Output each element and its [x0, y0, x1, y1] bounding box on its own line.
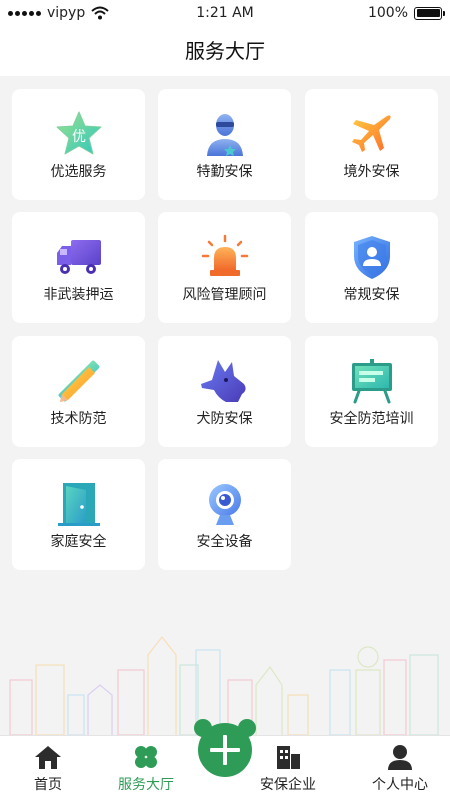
tab-label: 首页	[34, 777, 62, 793]
tab-home[interactable]: 首页	[3, 736, 93, 800]
airplane-icon	[351, 115, 391, 152]
service-card-equipment[interactable]: 安全设备	[158, 459, 291, 570]
service-label: 犬防安保	[196, 411, 253, 427]
service-label: 安全防范培训	[329, 411, 414, 427]
tab-personal-center[interactable]: 个人中心	[355, 736, 445, 800]
service-card-tech-defense[interactable]: 技术防范	[12, 336, 145, 447]
clover-icon	[135, 746, 157, 768]
tab-service-hall[interactable]: 服务大厅	[101, 736, 191, 800]
star-badge-icon: 优	[56, 111, 101, 155]
webcam-icon	[208, 484, 241, 525]
user-icon	[388, 745, 412, 770]
service-card-overseas[interactable]: 境外安保	[305, 89, 438, 200]
battery-icon	[414, 6, 445, 20]
battery-status: 100%	[367, 5, 445, 21]
service-label: 风险管理顾问	[182, 287, 267, 303]
battery-percent: 100%	[367, 5, 408, 21]
service-label: 优选服务	[50, 164, 107, 180]
door-icon	[57, 483, 100, 526]
shield-user-icon	[353, 236, 390, 279]
presentation-board-icon	[351, 359, 392, 404]
service-label: 技术防范	[50, 411, 107, 427]
service-label: 安全设备	[196, 534, 253, 550]
service-label: 常规安保	[343, 287, 400, 303]
service-card-home-safety[interactable]: 家庭安全	[12, 459, 145, 570]
service-label: 境外安保	[343, 164, 400, 180]
service-card-regular-guard[interactable]: 常规安保	[305, 212, 438, 323]
service-label: 非武装押运	[43, 287, 114, 303]
service-label: 特勤安保	[196, 164, 253, 180]
nav-header: 服务大厅	[0, 26, 450, 76]
service-card-dog-guard[interactable]: 犬防安保	[158, 336, 291, 447]
tools-icon	[58, 360, 99, 402]
truck-icon	[56, 240, 101, 274]
service-card-escort[interactable]: 非武装押运	[12, 212, 145, 323]
building-icon	[277, 746, 300, 769]
service-card-risk-consulting[interactable]: 风险管理顾问	[158, 212, 291, 323]
page-title: 服务大厅	[185, 39, 265, 63]
guard-icon	[206, 114, 243, 156]
center-plus-button[interactable]	[193, 718, 257, 778]
home-icon	[35, 746, 61, 769]
badge-text: 优	[72, 129, 86, 145]
dog-icon	[200, 360, 246, 402]
status-bar: vipyp 1:21 AM 100%	[0, 0, 450, 26]
tab-label: 个人中心	[372, 777, 428, 793]
service-label: 家庭安全	[50, 534, 107, 550]
alarm-light-icon	[201, 234, 248, 276]
service-card-special-guard[interactable]: 特勤安保	[158, 89, 291, 200]
tab-label: 服务大厅	[118, 777, 174, 793]
service-card-preferred[interactable]: 优 优选服务	[12, 89, 145, 200]
service-card-training[interactable]: 安全防范培训	[305, 336, 438, 447]
